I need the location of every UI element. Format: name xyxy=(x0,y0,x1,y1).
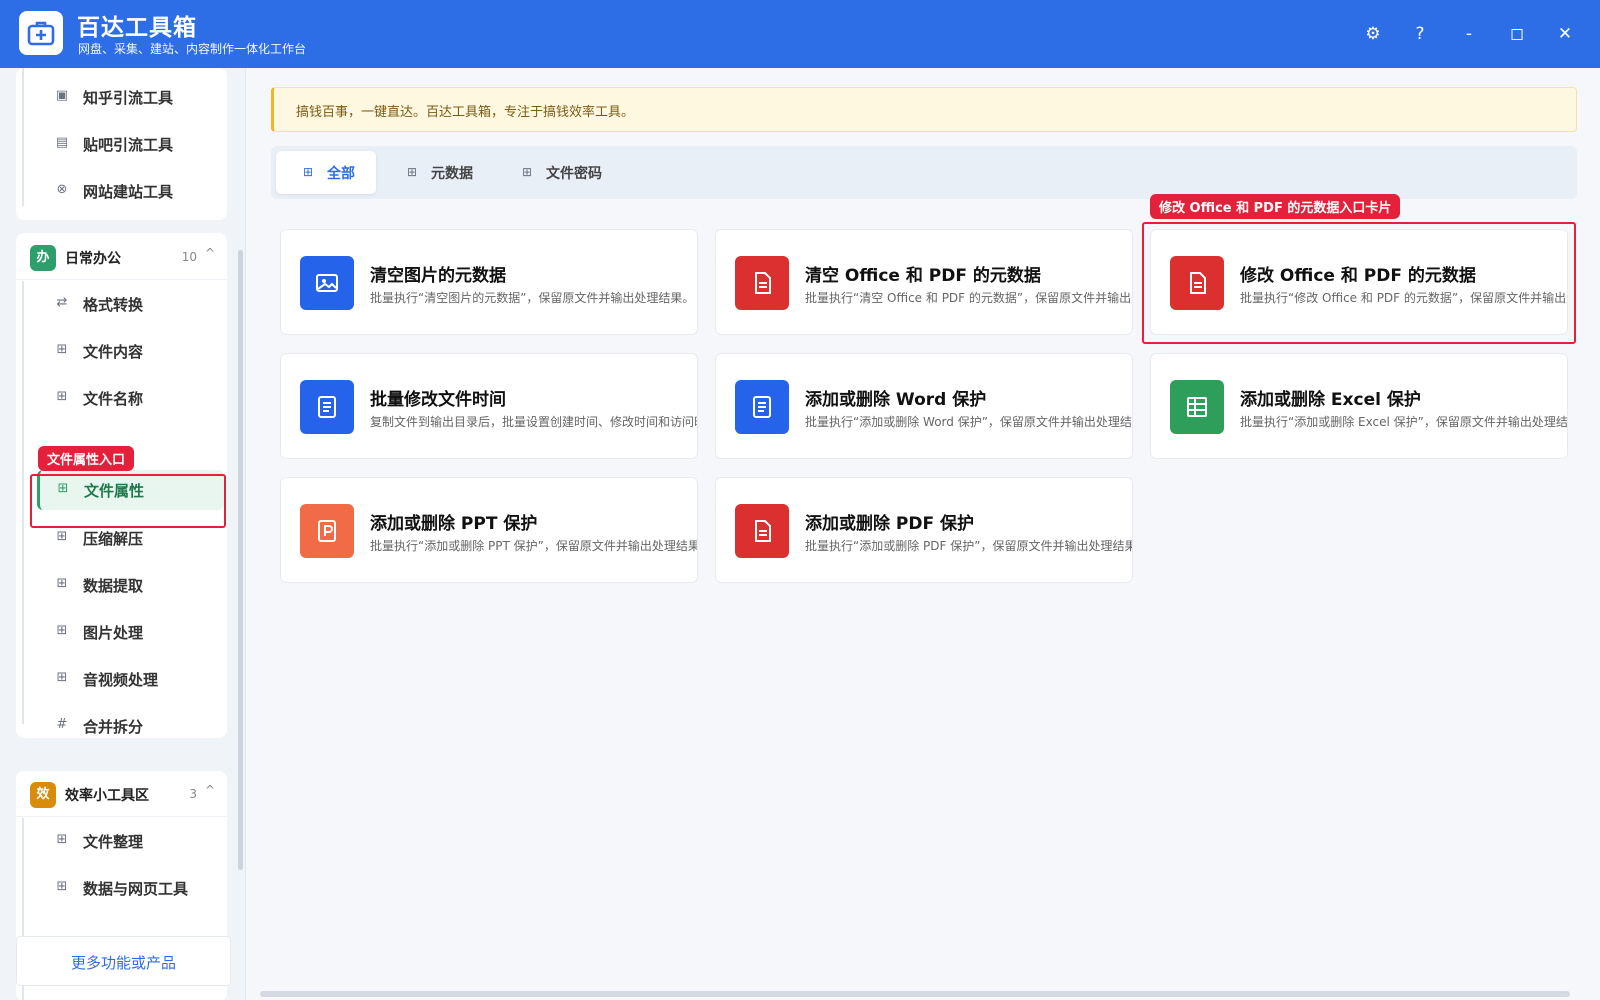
office-badge: 办 xyxy=(30,245,56,271)
close-button[interactable]: ✕ xyxy=(1551,20,1579,48)
excel-icon xyxy=(1170,380,1224,434)
card-excel-protection[interactable]: 添加或删除 Excel 保护 批量执行“添加或删除 Excel 保护”，保留原文… xyxy=(1150,353,1568,459)
app-subtitle: 网盘、采集、建站、内容制作一体化工作台 xyxy=(78,42,307,56)
card-word-protection[interactable]: 添加或删除 Word 保护 批量执行“添加或删除 Word 保护”，保留原文件并… xyxy=(715,353,1133,459)
card-title: 添加或删除 PDF 保护 xyxy=(805,514,975,534)
grid-icon: ⊞ xyxy=(522,165,533,179)
card-description: 批量执行“添加或删除 Word 保护”，保留原文件并输出处理结果。 xyxy=(805,415,1133,429)
grid-icon: ⊞ xyxy=(56,576,68,591)
grid-icon: ⊞ xyxy=(56,670,68,685)
notice-text: 搞钱百事，一键直达。百达工具箱，专注于搞钱效率工具。 xyxy=(296,105,635,120)
chevron-up-icon[interactable]: ^ xyxy=(205,246,215,260)
pdf-icon xyxy=(735,504,789,558)
modify-metadata-highlight xyxy=(1142,222,1576,344)
horizontal-scrollbar[interactable] xyxy=(260,991,1570,997)
group-divider xyxy=(16,816,227,817)
card-batch-modify-file-time[interactable]: 批量修改文件时间 复制文件到输出目录后，批量设置创建时间、修改时间和访问时间。 xyxy=(280,353,698,459)
card-title: 清空图片的元数据 xyxy=(370,266,506,286)
sidebar-item-merge-split[interactable]: # 合并拆分 xyxy=(16,706,227,746)
file-properties-highlight xyxy=(30,474,226,528)
app-logo-icon xyxy=(19,11,63,55)
grid-icon: ⊞ xyxy=(56,623,68,638)
card-title: 添加或删除 PPT 保护 xyxy=(370,514,538,534)
word-icon xyxy=(735,380,789,434)
grid-icon: ⊞ xyxy=(56,832,68,847)
card-description: 批量执行“清空 Office 和 PDF 的元数据”，保留原文件并输出处理结果。 xyxy=(805,291,1132,305)
swap-icon: ⇄ xyxy=(56,295,68,310)
card-description: 批量执行“添加或删除 PDF 保护”，保留原文件并输出处理结果。 xyxy=(805,539,1133,553)
card-description: 批量执行“添加或删除 PPT 保护”，保留原文件并输出处理结果。 xyxy=(370,539,698,553)
card-description: 批量执行“添加或删除 Excel 保护”，保留原文件并输出处理结果。 xyxy=(1240,415,1568,429)
sidebar-item-tieba[interactable]: ▤ 贴吧引流工具 xyxy=(16,124,227,164)
grid-icon: ⊞ xyxy=(407,165,418,179)
settings-icon[interactable]: ⚙ xyxy=(1359,20,1387,48)
sidebar-item-format-convert[interactable]: ⇄ 格式转换 xyxy=(16,284,227,324)
card-description: 复制文件到输出目录后，批量设置创建时间、修改时间和访问时间。 xyxy=(370,415,698,429)
document-icon xyxy=(735,256,789,310)
sidebar-item-website[interactable]: ⊗ 网站建站工具 xyxy=(16,171,227,211)
notice-banner: 搞钱百事，一键直达。百达工具箱，专注于搞钱效率工具。 xyxy=(271,87,1577,132)
title-bar: 百达工具箱 网盘、采集、建站、内容制作一体化工作台 ⚙ ? - ◻ ✕ xyxy=(0,0,1600,68)
grid-icon: ⊞ xyxy=(303,165,314,179)
sidebar-item-image-process[interactable]: ⊞ 图片处理 xyxy=(16,612,227,652)
group-count: 10 xyxy=(181,250,197,264)
tab-bar: ⊞ 全部 ⊞ 元数据 ⊞ 文件密码 xyxy=(271,146,1577,199)
hash-icon: # xyxy=(56,717,68,732)
sidebar-item-file-content[interactable]: ⊞ 文件内容 xyxy=(16,331,227,371)
card-clear-office-pdf-metadata[interactable]: 清空 Office 和 PDF 的元数据 批量执行“清空 Office 和 PD… xyxy=(715,229,1133,335)
group-divider xyxy=(16,279,227,280)
ppt-icon xyxy=(300,504,354,558)
more-products-button[interactable]: 更多功能或产品 xyxy=(16,936,231,986)
modify-metadata-callout: 修改 Office 和 PDF 的元数据入口卡片 xyxy=(1150,194,1401,219)
chevron-up-icon[interactable]: ^ xyxy=(205,783,215,797)
minimize-button[interactable]: - xyxy=(1455,20,1483,48)
sidebar-scrollbar[interactable] xyxy=(238,250,243,870)
tab-file-password[interactable]: ⊞ 文件密码 xyxy=(497,151,617,194)
file-text-icon xyxy=(300,380,354,434)
sidebar-item-file-name[interactable]: ⊞ 文件名称 xyxy=(16,378,227,418)
sidebar-item-file-organize[interactable]: ⊞ 文件整理 xyxy=(16,821,227,861)
file-properties-callout: 文件属性入口 xyxy=(38,446,135,471)
zhihu-icon: ▣ xyxy=(55,88,69,103)
sidebar-group-office[interactable]: 办 日常办公 10 ^ xyxy=(16,235,227,279)
sidebar: ▣ 知乎引流工具 ▤ 贴吧引流工具 ⊗ 网站建站工具 办 日常办公 10 ^ ⇄… xyxy=(0,68,246,1000)
grid-icon: ⊞ xyxy=(56,389,68,404)
image-icon xyxy=(300,256,354,310)
card-title: 添加或删除 Excel 保护 xyxy=(1240,390,1421,410)
card-clear-image-metadata[interactable]: 清空图片的元数据 批量执行“清空图片的元数据”，保留原文件并输出处理结果。 xyxy=(280,229,698,335)
card-description: 批量执行“清空图片的元数据”，保留原文件并输出处理结果。 xyxy=(370,291,695,305)
card-title: 添加或删除 Word 保护 xyxy=(805,390,987,410)
group-title: 效率小工具区 xyxy=(65,788,149,804)
maximize-button[interactable]: ◻ xyxy=(1503,20,1531,48)
grid-icon: ⊞ xyxy=(56,879,68,894)
group-title: 日常办公 xyxy=(65,251,121,267)
card-title: 批量修改文件时间 xyxy=(370,390,506,410)
sidebar-group-efficiency[interactable]: 效 效率小工具区 3 ^ xyxy=(16,772,227,816)
grid-icon: ⊞ xyxy=(56,342,68,357)
sidebar-item-data-web-tools[interactable]: ⊞ 数据与网页工具 xyxy=(16,868,227,908)
tab-all[interactable]: ⊞ 全部 xyxy=(276,151,376,194)
efficiency-badge: 效 xyxy=(30,782,56,808)
app-title: 百达工具箱 xyxy=(77,15,197,41)
help-icon[interactable]: ? xyxy=(1406,20,1434,48)
website-icon: ⊗ xyxy=(56,182,68,197)
card-title: 清空 Office 和 PDF 的元数据 xyxy=(805,266,1041,286)
card-ppt-protection[interactable]: 添加或删除 PPT 保护 批量执行“添加或删除 PPT 保护”，保留原文件并输出… xyxy=(280,477,698,583)
card-pdf-protection[interactable]: 添加或删除 PDF 保护 批量执行“添加或删除 PDF 保护”，保留原文件并输出… xyxy=(715,477,1133,583)
sidebar-item-av-process[interactable]: ⊞ 音视频处理 xyxy=(16,659,227,699)
grid-icon: ⊞ xyxy=(56,529,68,544)
sidebar-item-data-extract[interactable]: ⊞ 数据提取 xyxy=(16,565,227,605)
group-count: 3 xyxy=(189,787,197,801)
sidebar-item-zhihu[interactable]: ▣ 知乎引流工具 xyxy=(16,77,227,117)
tieba-icon: ▤ xyxy=(55,135,69,150)
tab-metadata[interactable]: ⊞ 元数据 xyxy=(383,151,483,194)
